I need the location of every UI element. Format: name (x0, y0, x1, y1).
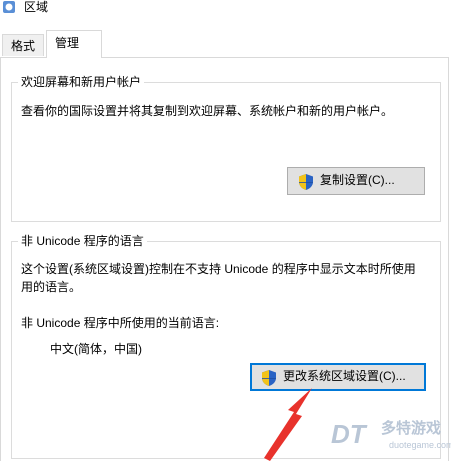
welcome-group-title: 欢迎屏幕和新用户帐户 (18, 74, 145, 90)
non-unicode-description-line1: 这个设置(系统区域设置)控制在不支持 Unicode 的程序中显示文本时所使用 (21, 262, 416, 276)
welcome-description: 查看你的国际设置并将其复制到欢迎屏幕、系统帐户和新的用户帐户。 (21, 104, 394, 118)
red-pointer-arrow (264, 388, 312, 461)
non-unicode-group-title: 非 Unicode 程序的语言 (18, 233, 147, 249)
welcome-screen-group: 欢迎屏幕和新用户帐户 查看你的国际设置并将其复制到欢迎屏幕、系统帐户和新的用户帐… (11, 74, 441, 222)
watermark-en-text: duotegame.com (389, 440, 451, 450)
tab-strip: 格式 管理 (0, 30, 451, 58)
non-unicode-description-line2: 用的语言。 (21, 280, 82, 294)
tab-manage[interactable]: 管理 (46, 30, 102, 58)
uac-shield-icon (262, 370, 276, 386)
window-title: 区域 (24, 0, 49, 14)
change-system-locale-button[interactable]: 更改系统区域设置(C)... (250, 363, 426, 391)
watermark-cn-text: 多特游戏 (381, 420, 442, 437)
manage-panel: 欢迎屏幕和新用户帐户 查看你的国际设置并将其复制到欢迎屏幕、系统帐户和新的用户帐… (0, 57, 449, 461)
current-language-value: 中文(简体，中国) (50, 342, 142, 356)
tab-format[interactable]: 格式 (2, 34, 44, 56)
copy-settings-label: 复制设置(C)... (320, 173, 395, 187)
current-language-label: 非 Unicode 程序中所使用的当前语言: (21, 316, 220, 330)
region-globe-icon (3, 1, 15, 13)
uac-shield-icon (299, 174, 313, 190)
copy-settings-button[interactable]: 复制设置(C)... (287, 167, 425, 195)
change-system-locale-label: 更改系统区域设置(C)... (283, 369, 406, 383)
watermark-logo: DT (331, 419, 366, 449)
title-bar: 区域 (0, 0, 451, 26)
watermark: DT 多特游戏 duotegame.com (331, 419, 451, 455)
